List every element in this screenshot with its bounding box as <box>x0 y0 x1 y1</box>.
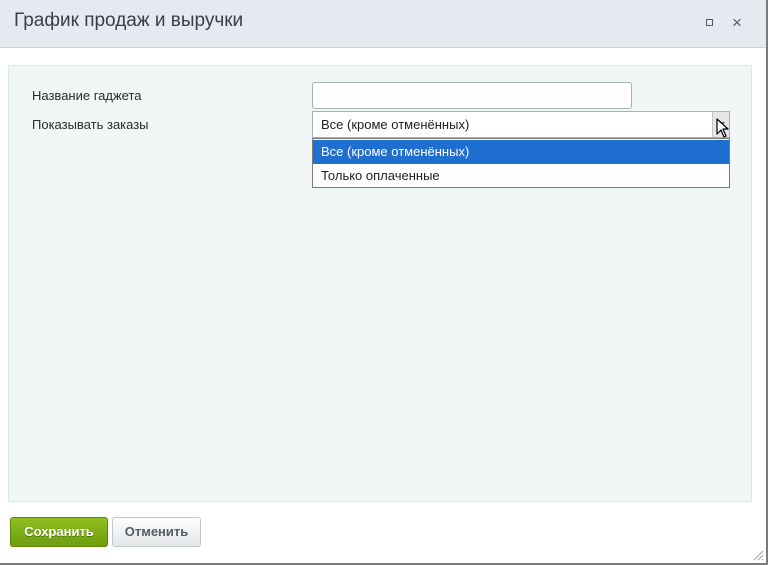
show-orders-dropdown-list: Все (кроме отменённых) Только оплаченные <box>312 138 730 188</box>
dialog-window: График продаж и выручки × Название гадже… <box>0 0 768 565</box>
resize-grip-icon[interactable] <box>752 549 764 561</box>
gadget-name-input[interactable] <box>312 82 632 109</box>
settings-panel: Название гаджета Показывать заказы Все (… <box>8 65 752 502</box>
mouse-pointer-icon <box>716 118 729 138</box>
save-button[interactable]: Сохранить <box>10 517 108 547</box>
show-orders-selected-value: Все (кроме отменённых) <box>321 117 470 132</box>
dialog-titlebar[interactable]: График продаж и выручки × <box>0 0 766 48</box>
gadget-name-label: Название гаджета <box>32 88 142 103</box>
dropdown-option-all-except-cancelled[interactable]: Все (кроме отменённых) <box>313 140 729 164</box>
show-orders-label: Показывать заказы <box>32 117 149 132</box>
dialog-title: График продаж и выручки <box>14 10 244 31</box>
dropdown-option-paid-only[interactable]: Только оплаченные <box>313 164 729 188</box>
show-orders-select[interactable]: Все (кроме отменённых) <box>312 111 730 138</box>
maximize-icon[interactable] <box>702 15 718 31</box>
cancel-button[interactable]: Отменить <box>112 517 201 547</box>
close-icon[interactable]: × <box>729 14 745 31</box>
